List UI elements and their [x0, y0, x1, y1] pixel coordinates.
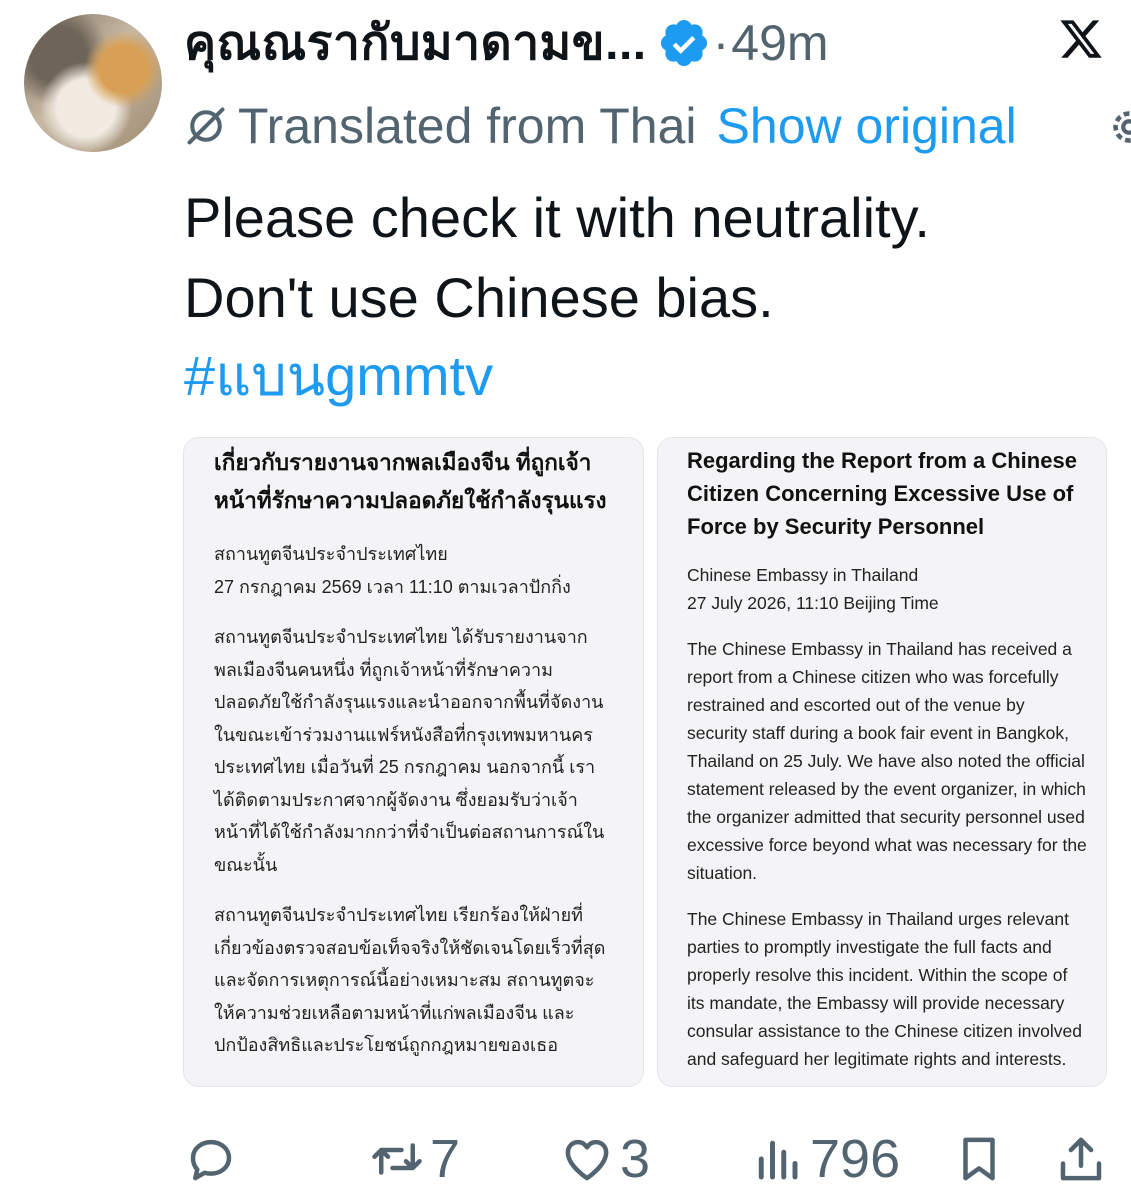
- tweet-header: คุณณรากับมาดามข... · 49m: [184, 10, 829, 76]
- translated-from-label: Translated from Thai: [238, 98, 697, 154]
- retweet-icon: [372, 1143, 422, 1175]
- attached-image-thai[interactable]: เกี่ยวกับรายงานจากพลเมืองจีน ที่ถูกเจ้าห…: [183, 437, 644, 1087]
- statement-paragraph: สถานทูตจีนประจำประเทศไทย เรียกร้องให้ฝ่า…: [214, 905, 606, 1055]
- translation-row: Translated from Thai Show original: [184, 96, 1017, 156]
- statement-paragraph: The Chinese Embassy in Thailand urges re…: [687, 909, 1082, 1069]
- statement-meta: Chinese Embassy in Thailand 27 July 2026…: [687, 561, 1088, 617]
- share-button[interactable]: [1054, 1124, 1108, 1194]
- views-icon: [758, 1140, 798, 1180]
- x-logo-icon: [1060, 20, 1102, 58]
- reply-button[interactable]: [184, 1124, 244, 1194]
- bookmark-icon: [963, 1137, 995, 1181]
- statement-title: Regarding the Report from a Chinese Citi…: [687, 448, 1077, 539]
- statement-date: 27 July 2026, 11:10 Beijing Time: [687, 593, 939, 613]
- hashtag-link[interactable]: #แบนgmmtv: [184, 336, 493, 416]
- like-count: 3: [620, 1129, 651, 1189]
- statement-paragraph: สถานทูตจีนประจำประเทศไทย ได้รับรายงานจาก…: [214, 627, 605, 875]
- retweet-count: 7: [430, 1129, 461, 1189]
- tweet-text-line: Don't use Chinese bias.: [184, 266, 774, 329]
- separator-dot: ·: [712, 15, 730, 71]
- translate-icon: [187, 107, 225, 145]
- heart-icon: [565, 1139, 609, 1181]
- views-count: 796: [810, 1129, 901, 1189]
- statement-source: สถานทูตจีนประจำประเทศไทย: [214, 544, 448, 564]
- statement-meta: สถานทูตจีนประจำประเทศไทย 27 กรกฎาคม 2569…: [214, 538, 615, 603]
- action-bar: 7 3 796: [184, 1124, 1114, 1194]
- timestamp[interactable]: 49m: [731, 14, 828, 72]
- show-original-link[interactable]: Show original: [717, 97, 1017, 155]
- gear-icon[interactable]: [1106, 104, 1131, 150]
- statement-date: 27 กรกฎาคม 2569 เวลา 11:10 ตามเวลาปักกิ่…: [214, 576, 571, 597]
- tweet-text: Please check it with neutrality. Don't u…: [184, 178, 1084, 338]
- tweet-text-line: Please check it with neutrality.: [184, 186, 930, 249]
- views-button[interactable]: 796: [750, 1124, 900, 1194]
- verified-badge-icon: [660, 19, 707, 67]
- display-name[interactable]: คุณณรากับมาดามข...: [184, 5, 647, 81]
- avatar[interactable]: [24, 14, 162, 152]
- statement-title: เกี่ยวกับรายงานจากพลเมืองจีน ที่ถูกเจ้าห…: [214, 450, 607, 513]
- statement-paragraph: The Chinese Embassy in Thailand has rece…: [687, 639, 1087, 883]
- bookmark-button[interactable]: [952, 1124, 1006, 1194]
- retweet-button[interactable]: 7: [370, 1124, 460, 1194]
- reply-icon: [190, 1139, 232, 1181]
- statement-source: Chinese Embassy in Thailand: [687, 565, 919, 585]
- share-icon: [1060, 1137, 1102, 1181]
- like-button[interactable]: 3: [560, 1124, 650, 1194]
- attached-image-english[interactable]: Regarding the Report from a Chinese Citi…: [657, 437, 1107, 1087]
